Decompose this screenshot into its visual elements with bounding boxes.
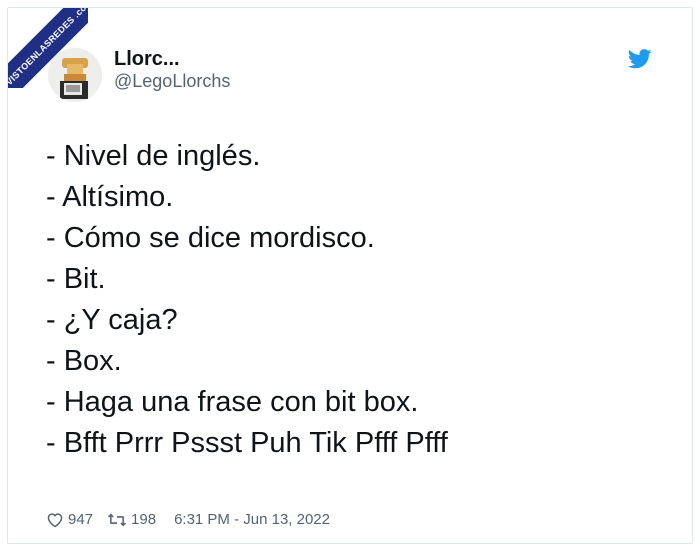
tweet-line: - Bfft Prrr Pssst Puh Tik Pfff Pfff bbox=[46, 427, 448, 459]
tweet-line: - Bit. bbox=[46, 263, 106, 295]
twitter-bird-icon[interactable] bbox=[628, 49, 652, 69]
retweet-button[interactable]: 198 bbox=[107, 511, 156, 528]
tweet-line: - Box. bbox=[46, 345, 122, 377]
tweet-line: - Altísimo. bbox=[46, 181, 174, 213]
retweet-count: 198 bbox=[131, 511, 157, 528]
like-count: 947 bbox=[68, 511, 94, 528]
retweet-icon bbox=[108, 513, 127, 526]
author-display-name[interactable]: Llorc... bbox=[114, 48, 180, 71]
lego-figure-icon bbox=[48, 48, 102, 102]
like-button[interactable]: 947 bbox=[46, 511, 93, 528]
tweet-line: - ¿Y caja? bbox=[46, 304, 178, 336]
heart-icon bbox=[47, 512, 63, 527]
tweet-line: - Nivel de inglés. bbox=[46, 140, 261, 172]
tweet-line: - Cómo se dice mordisco. bbox=[46, 222, 375, 254]
tweet-text: - Nivel de inglés. - Altísimo. - Cómo se… bbox=[46, 136, 666, 464]
tweet-timestamp[interactable]: 6:31 PM - Jun 13, 2022 bbox=[174, 511, 330, 528]
tweet-line: - Haga una frase con bit box. bbox=[46, 386, 419, 418]
avatar[interactable] bbox=[48, 48, 102, 102]
tweet-card: VISTOENLASREDES .com Llorc... @LegoLlorc… bbox=[7, 7, 693, 544]
author-handle[interactable]: @LegoLlorchs bbox=[114, 71, 230, 92]
tweet-footer: 947 198 6:31 PM - Jun 13, 2022 bbox=[46, 511, 330, 528]
